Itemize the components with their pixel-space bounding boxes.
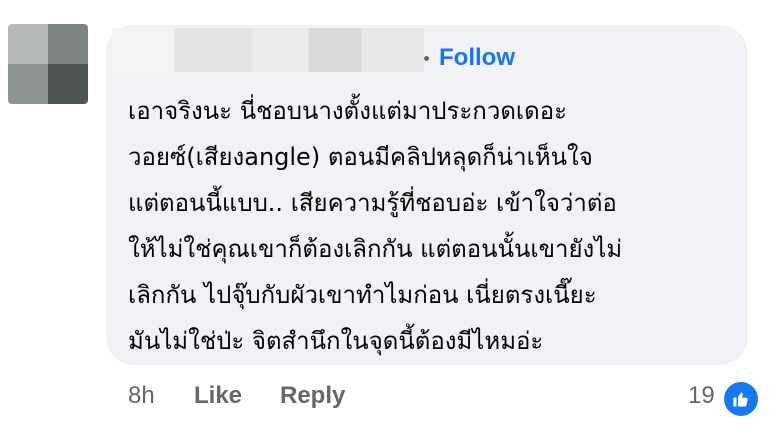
- comment-line: แต่ตอนนี้แบบ.. เสียความรู้ที่ชอบอ่ะ เข้า…: [128, 189, 617, 217]
- avatar-tile: [48, 64, 88, 104]
- thumbs-up-glyph: [733, 392, 748, 407]
- avatar[interactable]: [8, 24, 88, 104]
- timestamp[interactable]: 8h: [128, 382, 155, 410]
- separator-dot: [424, 55, 429, 61]
- follow-link[interactable]: Follow: [439, 44, 515, 72]
- thumbs-up-icon[interactable]: [722, 380, 760, 418]
- avatar-tile: [8, 24, 48, 64]
- reply-button[interactable]: Reply: [280, 382, 345, 410]
- comment-actions: 8h Like Reply 19: [128, 380, 770, 418]
- avatar-tile: [48, 24, 88, 64]
- follow-row: Follow: [424, 44, 515, 72]
- comment-line: มันไม่ใช่ป่ะ จิตสำนึกในจุดนี้ต้องมีไหมอ่…: [128, 327, 544, 355]
- reaction-count[interactable]: 19: [688, 382, 715, 410]
- blurred-author-name[interactable]: [112, 28, 424, 72]
- comment-line: วอยซ์(เสียงangle) ตอนมีคลิปหลุดก็น่าเห็น…: [128, 143, 593, 171]
- comment-line: เอาจริงนะ นี่ชอบนางตั้งแต่มาประกวดเดอะ: [128, 97, 567, 125]
- comment-line: เลิกกัน ไปจุ๊บกับผัวเขาทำไมก่อน เนี่ยตรง…: [128, 281, 597, 309]
- like-button[interactable]: Like: [194, 382, 242, 410]
- comment-line: ให้ไม่ใช่คุณเขาก็ต้องเลิกกัน แต่ตอนนั้นเ…: [128, 235, 623, 263]
- comment-text: เอาจริงนะ นี่ชอบนางตั้งแต่มาประกวดเดอะ ว…: [128, 88, 743, 364]
- avatar-tile: [8, 64, 48, 104]
